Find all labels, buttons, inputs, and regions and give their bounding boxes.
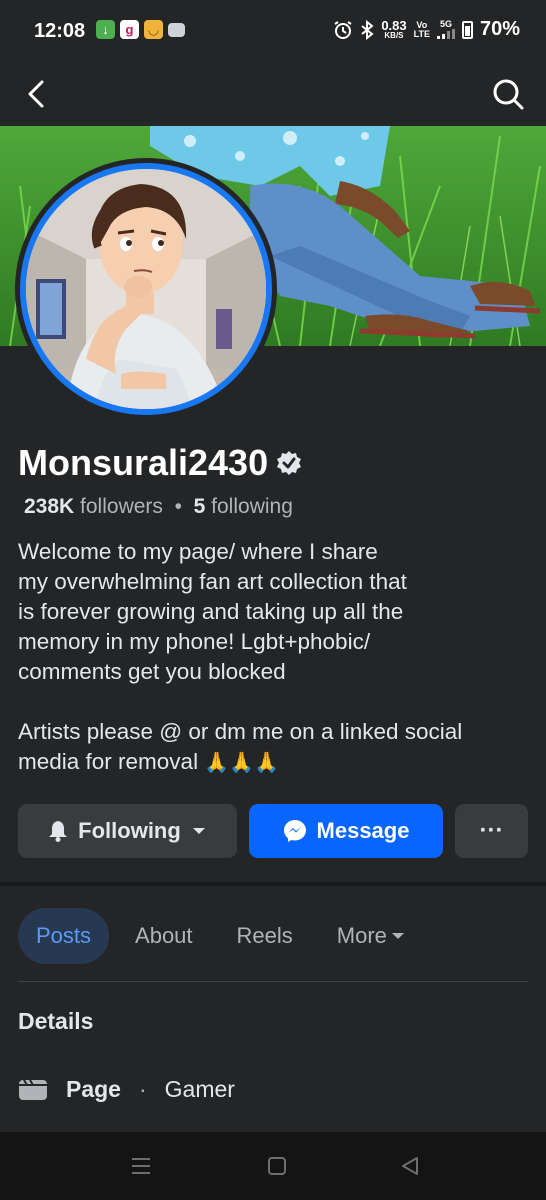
tab-more-label: More <box>336 923 387 948</box>
bio-emoji: 🙏🙏🙏 <box>204 752 280 774</box>
avatar-image <box>26 169 266 409</box>
following-count[interactable]: 5 <box>194 495 206 518</box>
menu-lines-icon <box>132 1158 150 1174</box>
system-nav-bar <box>0 1132 546 1200</box>
home-square-icon <box>268 1157 286 1175</box>
status-bar: 12:08 ↓ g ◡ 0.83 KB/S Vo LTE 5G 70% <box>0 0 546 62</box>
details-heading: Details <box>18 1008 94 1034</box>
caret-down-icon <box>192 828 205 834</box>
tab-more[interactable]: More <box>319 908 423 964</box>
shopping-app-icon: ◡ <box>144 20 163 39</box>
recent-apps-button[interactable] <box>124 1150 158 1182</box>
back-triangle-icon <box>402 1157 418 1175</box>
message-button[interactable]: Message <box>249 804 443 858</box>
more-options-icon: ··· <box>479 817 504 844</box>
notification-icons: ↓ g ◡ <box>96 20 185 39</box>
card-app-icon <box>168 23 185 37</box>
bell-icon <box>49 821 68 842</box>
followers-count[interactable]: 238K <box>24 495 74 518</box>
caret-down-icon <box>391 932 404 939</box>
detail-separator: · <box>138 1076 147 1102</box>
following-button[interactable]: Following <box>18 804 237 858</box>
tabs-divider <box>18 981 528 982</box>
battery-icon <box>461 20 473 39</box>
signal-icon: 5G <box>436 20 455 39</box>
back-button[interactable] <box>18 74 58 114</box>
following-button-label: Following <box>78 818 181 843</box>
stats-separator: • <box>168 495 188 518</box>
messenger-icon <box>283 820 306 842</box>
home-button[interactable] <box>260 1150 294 1182</box>
avatar <box>20 163 272 415</box>
detail-page-category: Page · Gamer <box>18 1076 235 1103</box>
more-options-button[interactable]: ··· <box>455 804 528 858</box>
battery-percent: 70% <box>479 18 520 40</box>
system-back-button[interactable] <box>393 1150 427 1182</box>
search-icon <box>493 79 524 110</box>
download-app-icon: ↓ <box>96 20 115 39</box>
profile-bio: Welcome to my page/ where I share my ove… <box>18 537 528 778</box>
followers-label[interactable]: followers <box>80 495 163 518</box>
profile-picture[interactable] <box>15 158 277 420</box>
top-bar <box>0 62 546 126</box>
tab-reels[interactable]: Reels <box>219 908 311 964</box>
detail-category: Gamer <box>164 1076 235 1102</box>
volte-indicator: Vo LTE <box>413 19 430 39</box>
following-label[interactable]: following <box>211 495 293 518</box>
network-speed: 0.83 KB/S <box>381 18 407 40</box>
page-flag-icon <box>19 1078 47 1100</box>
status-time: 12:08 <box>34 20 86 42</box>
alarm-icon <box>334 20 352 39</box>
profile-actions: Following Message ··· <box>18 804 528 858</box>
tab-posts[interactable]: Posts <box>18 908 110 964</box>
detail-page-label: Page <box>66 1076 121 1102</box>
bio-text: Welcome to my page/ where I share my ove… <box>18 539 463 774</box>
profile-name: Monsurali2430 <box>18 442 269 483</box>
section-divider <box>0 882 546 886</box>
tab-posts-label: Posts <box>36 923 92 948</box>
follower-stats: 238K followers • 5 following <box>24 495 293 519</box>
status-indicators: 0.83 KB/S Vo LTE 5G 70% <box>333 18 520 41</box>
profile-tabs: Posts About Reels More <box>18 908 431 964</box>
message-button-label: Message <box>316 818 410 843</box>
g-app-icon: g <box>120 20 139 39</box>
bluetooth-icon <box>361 19 374 40</box>
tab-about[interactable]: About <box>117 908 211 964</box>
tab-reels-label: Reels <box>236 923 293 948</box>
search-button[interactable] <box>488 74 528 114</box>
profile-name-row: Monsurali2430 <box>18 442 302 484</box>
chevron-left-icon <box>28 80 44 108</box>
tab-about-label: About <box>135 923 193 948</box>
verified-badge-icon <box>277 451 302 475</box>
